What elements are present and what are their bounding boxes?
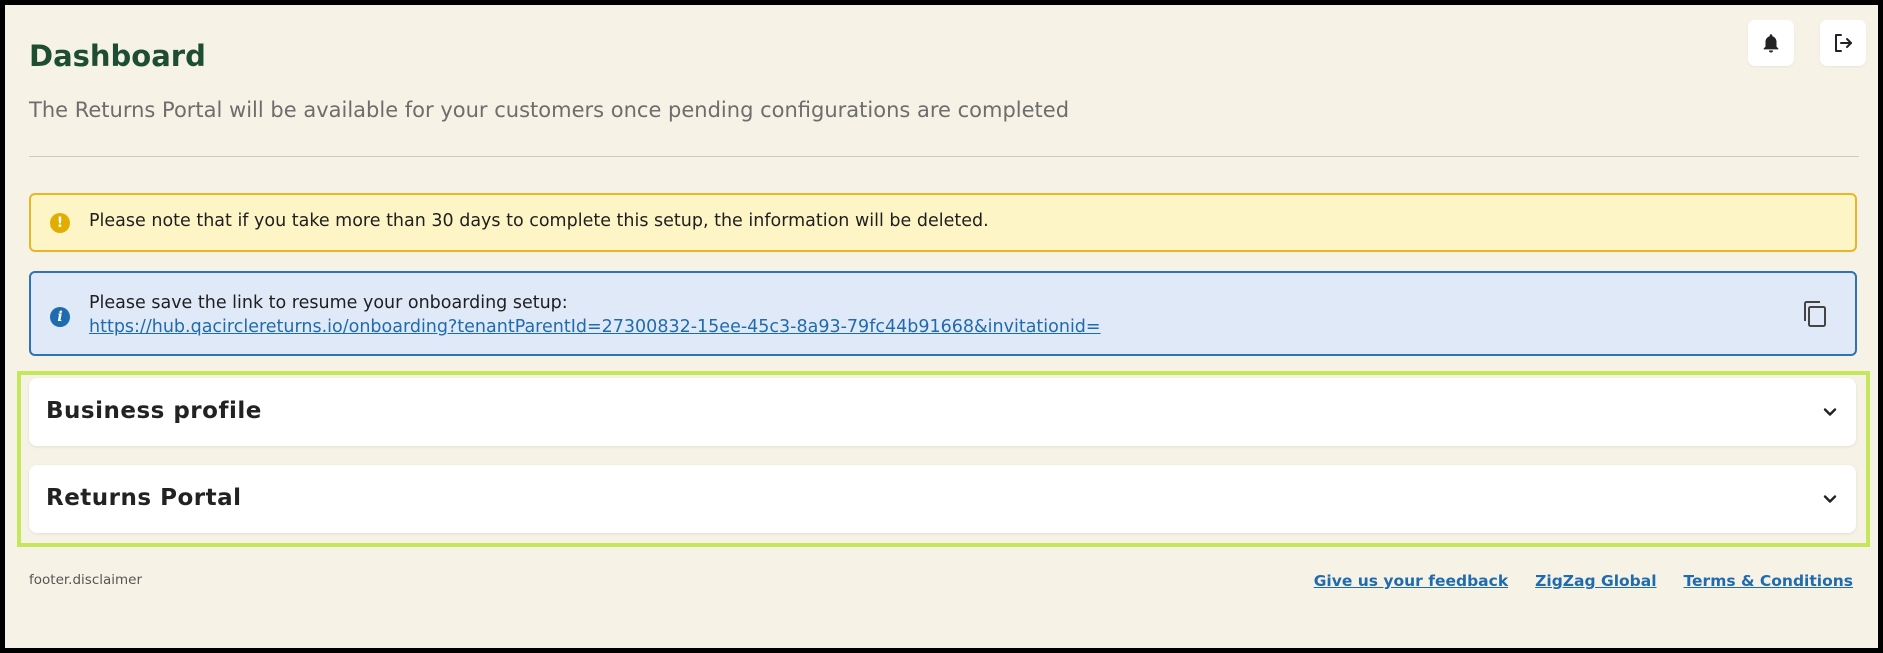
info-icon: i: [50, 307, 70, 327]
info-alert-text: Please save the link to resume your onbo…: [89, 293, 568, 313]
warning-icon: !: [50, 213, 70, 233]
footer-disclaimer: footer.disclaimer: [29, 572, 143, 588]
page-subtitle: The Returns Portal will be available for…: [29, 98, 1070, 122]
warning-alert: ! Please note that if you take more than…: [29, 193, 1857, 252]
bell-icon: [1763, 34, 1779, 53]
terms-conditions-link[interactable]: Terms & Conditions: [1684, 572, 1853, 590]
top-actions: [1748, 20, 1866, 66]
feedback-link[interactable]: Give us your feedback: [1314, 572, 1508, 590]
section-title: Business profile: [46, 398, 262, 424]
warning-alert-text: Please note that if you take more than 3…: [89, 211, 989, 231]
info-alert: i Please save the link to resume your on…: [29, 271, 1857, 356]
header-divider: [29, 156, 1859, 157]
copy-icon: [1804, 301, 1826, 327]
onboarding-resume-link[interactable]: https://hub.qacirclereturns.io/onboardin…: [89, 317, 1101, 337]
copy-link-button[interactable]: [1801, 299, 1829, 329]
logout-button[interactable]: [1820, 20, 1866, 66]
footer-links: Give us your feedback ZigZag Global Term…: [1314, 572, 1853, 590]
logout-icon: [1835, 34, 1852, 52]
chevron-down-icon: [1823, 495, 1837, 503]
chevron-down-icon: [1823, 408, 1837, 416]
zigzag-global-link[interactable]: ZigZag Global: [1535, 572, 1656, 590]
page-title: Dashboard: [29, 39, 206, 73]
returns-portal-section[interactable]: Returns Portal: [29, 465, 1856, 533]
business-profile-section[interactable]: Business profile: [29, 378, 1856, 446]
section-title: Returns Portal: [46, 485, 242, 511]
notifications-button[interactable]: [1748, 20, 1794, 66]
dashboard-page: Dashboard The Returns Portal will be ava…: [5, 5, 1878, 648]
